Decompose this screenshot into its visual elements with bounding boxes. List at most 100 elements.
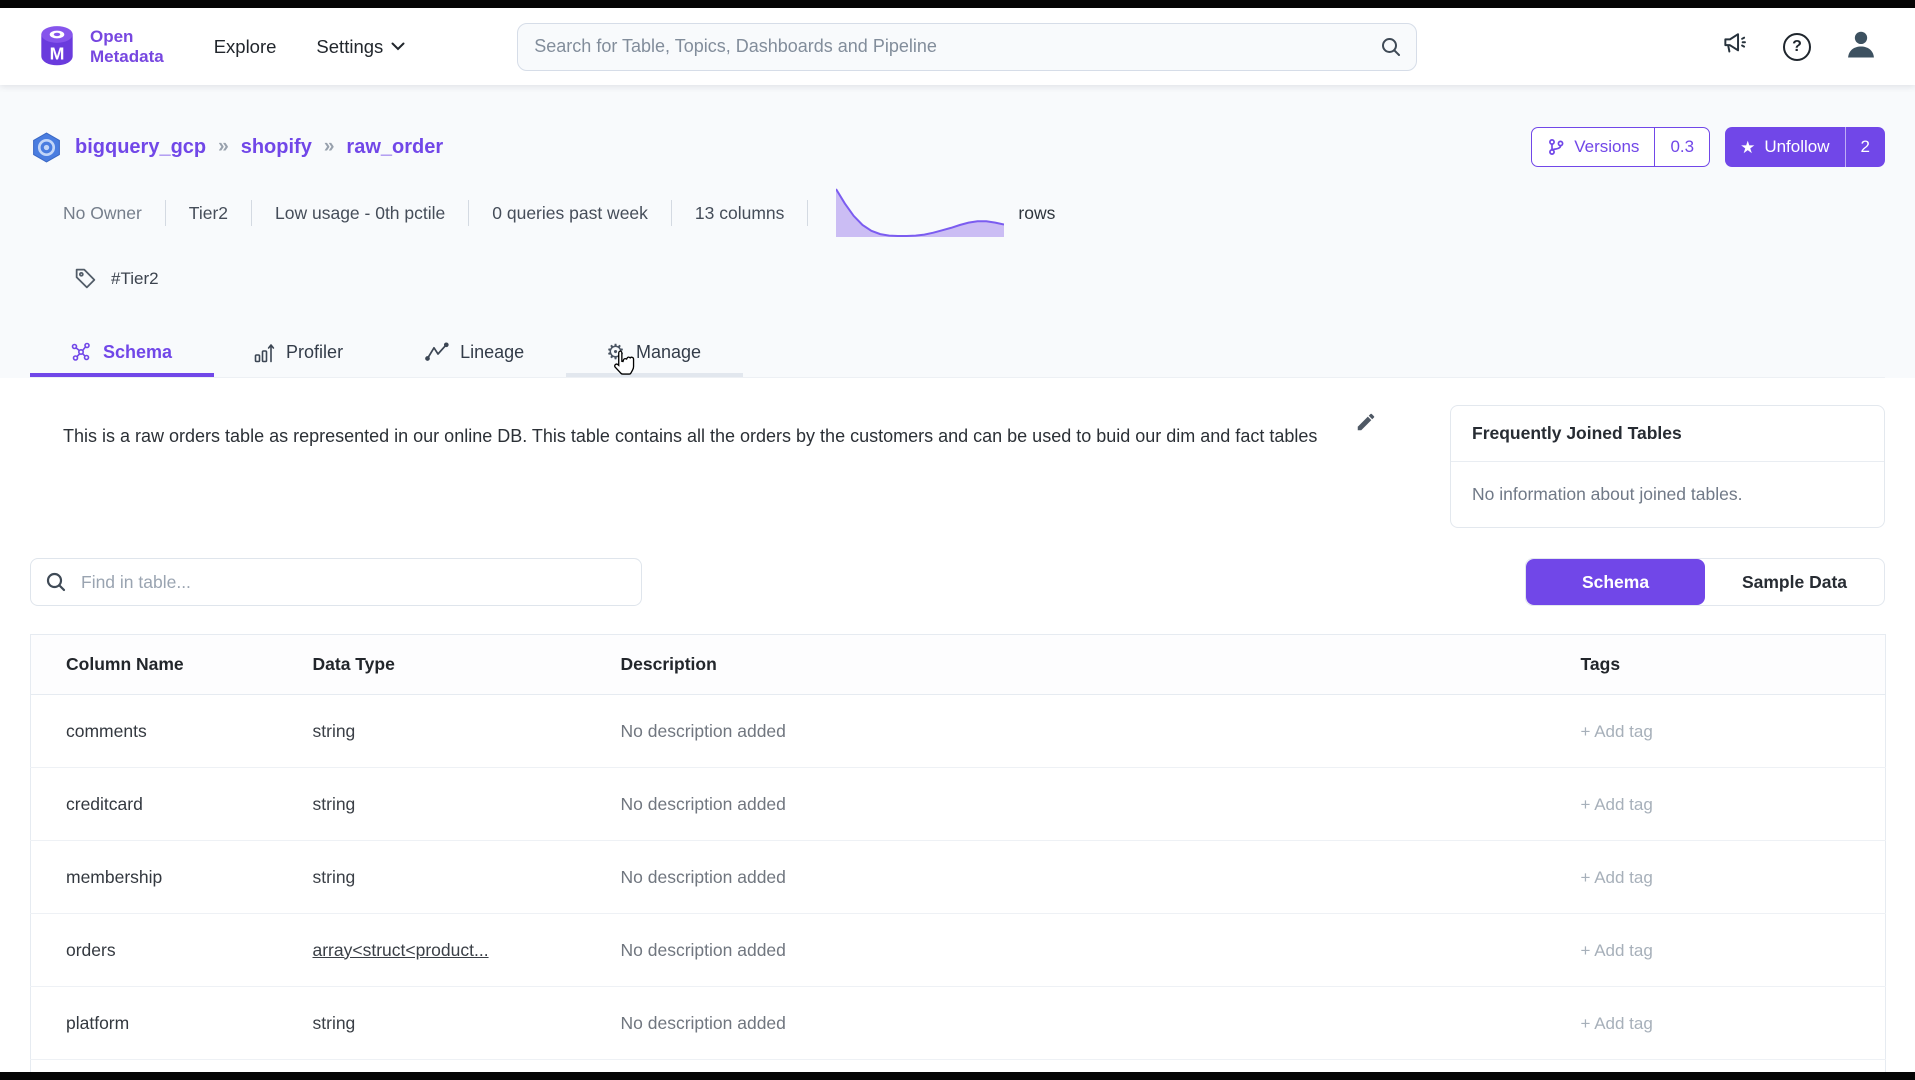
add-tag-button[interactable]: + Add tag xyxy=(1581,941,1653,960)
openmetadata-logo[interactable]: M Open Metadata xyxy=(34,24,164,70)
joined-tables-title: Frequently Joined Tables xyxy=(1451,406,1884,462)
version-number: 0.3 xyxy=(1654,128,1709,166)
lineage-tab-icon xyxy=(425,342,449,362)
tag-icon xyxy=(73,266,98,291)
add-tag-button[interactable]: + Add tag xyxy=(1581,722,1653,741)
breadcrumb-separator: » xyxy=(218,136,229,158)
find-in-table-input[interactable] xyxy=(30,558,642,606)
columns-table: Column Name Data Type Description Tags c… xyxy=(30,634,1886,1072)
global-search xyxy=(517,23,1417,71)
breadcrumb: bigquery_gcp » shopify » raw_order xyxy=(30,131,443,164)
unfollow-button[interactable]: ★ Unfollow 2 xyxy=(1725,127,1885,167)
unfollow-label: Unfollow xyxy=(1764,137,1829,157)
column-data-type: string xyxy=(313,841,621,914)
table-row: membership string No description added +… xyxy=(31,841,1886,914)
stat-tier: Tier2 xyxy=(166,203,251,224)
header-data-type: Data Type xyxy=(313,635,621,695)
tab-schema[interactable]: Schema xyxy=(30,327,214,377)
table-row: platform string No description added + A… xyxy=(31,987,1886,1060)
stat-usage: Low usage - 0th pctile xyxy=(252,203,468,224)
screen-frame-top xyxy=(0,0,1915,8)
breadcrumb-table[interactable]: raw_order xyxy=(346,136,443,159)
follower-count: 2 xyxy=(1845,127,1885,167)
rows-sparkline xyxy=(836,187,1004,239)
versions-label: Versions xyxy=(1574,137,1639,157)
table-row: comments string No description added + A… xyxy=(31,695,1886,768)
manage-gear-icon: ⚙ xyxy=(606,342,625,363)
database-service-icon xyxy=(30,131,63,164)
search-icon[interactable] xyxy=(1380,36,1402,63)
joined-tables-empty-message: No information about joined tables. xyxy=(1451,462,1884,527)
stat-queries: 0 queries past week xyxy=(469,203,671,224)
column-description: No description added xyxy=(621,914,1566,987)
rows-sparkline-wrap xyxy=(836,187,1004,239)
column-description: No description added xyxy=(621,987,1566,1060)
logo-wordmark: Open Metadata xyxy=(90,27,164,66)
toggle-schema-button[interactable]: Schema xyxy=(1526,559,1705,605)
column-data-type: string xyxy=(313,987,621,1060)
star-icon: ★ xyxy=(1740,139,1755,156)
global-search-input[interactable] xyxy=(517,23,1417,71)
version-branch-icon xyxy=(1547,138,1565,156)
whats-new-megaphone-icon[interactable] xyxy=(1719,29,1749,64)
toggle-sample-data-button[interactable]: Sample Data xyxy=(1705,559,1884,605)
schema-sample-toggle: Schema Sample Data xyxy=(1525,558,1885,606)
user-avatar[interactable] xyxy=(1845,28,1877,65)
help-icon[interactable]: ? xyxy=(1783,33,1811,61)
entity-stats-row: No Owner Tier2 Low usage - 0th pctile 0 … xyxy=(63,187,1885,239)
header-tags: Tags xyxy=(1566,635,1886,695)
column-description: No description added xyxy=(621,841,1566,914)
edit-description-icon[interactable] xyxy=(1355,411,1377,438)
tab-manage[interactable]: ⚙ Manage xyxy=(566,327,743,377)
schema-tab-icon xyxy=(70,341,92,363)
column-data-type: string xyxy=(313,768,621,841)
frequently-joined-tables-card: Frequently Joined Tables No information … xyxy=(1450,405,1885,528)
main-nav: Explore Settings xyxy=(214,36,406,58)
entity-tags-row: #Tier2 xyxy=(73,266,1885,291)
find-search-icon xyxy=(45,571,67,598)
add-tag-button[interactable]: + Add tag xyxy=(1581,868,1653,887)
entity-page-header: bigquery_gcp » shopify » raw_order Versi… xyxy=(0,85,1915,378)
table-row: orders array<struct<product... No descri… xyxy=(31,914,1886,987)
header-description: Description xyxy=(621,635,1566,695)
column-name: creditcard xyxy=(31,768,313,841)
column-description: No description added xyxy=(621,695,1566,768)
column-data-type-link[interactable]: array<struct<product... xyxy=(313,940,489,960)
breadcrumb-service[interactable]: bigquery_gcp xyxy=(75,136,206,159)
column-name: orders xyxy=(31,914,313,987)
table-row-partial xyxy=(31,1060,1886,1073)
nav-item-explore[interactable]: Explore xyxy=(214,36,277,58)
tab-lineage[interactable]: Lineage xyxy=(385,327,566,377)
column-name: comments xyxy=(31,695,313,768)
breadcrumb-separator: » xyxy=(324,136,335,158)
top-navbar: M Open Metadata Explore Settings ? xyxy=(0,8,1915,85)
table-description: This is a raw orders table as represente… xyxy=(63,423,1335,450)
find-in-table xyxy=(30,558,642,606)
add-tag-button[interactable]: + Add tag xyxy=(1581,1014,1653,1033)
profiler-tab-icon xyxy=(254,341,275,363)
openmetadata-logo-icon: M xyxy=(34,24,80,70)
rows-label: rows xyxy=(1018,203,1055,224)
screen-frame-bottom xyxy=(0,1072,1915,1080)
chevron-down-icon xyxy=(391,42,405,51)
breadcrumb-schema[interactable]: shopify xyxy=(241,136,312,159)
columns-table-header-row: Column Name Data Type Description Tags xyxy=(31,635,1886,695)
column-description: No description added xyxy=(621,768,1566,841)
add-tag-button[interactable]: + Add tag xyxy=(1581,795,1653,814)
stat-columns: 13 columns xyxy=(672,203,808,224)
tab-profiler[interactable]: Profiler xyxy=(214,327,385,377)
tier-tag-label[interactable]: #Tier2 xyxy=(111,269,159,289)
versions-button[interactable]: Versions 0.3 xyxy=(1531,127,1710,167)
header-column-name: Column Name xyxy=(31,635,313,695)
schema-tab-content: This is a raw orders table as represente… xyxy=(0,378,1915,1072)
entity-tabs: Schema Profiler Lineage ⚙ xyxy=(30,327,1885,378)
navbar-right-icons: ? xyxy=(1719,28,1877,65)
table-row: creditcard string No description added +… xyxy=(31,768,1886,841)
stat-owner: No Owner xyxy=(63,203,165,224)
column-name: membership xyxy=(31,841,313,914)
column-name: platform xyxy=(31,987,313,1060)
column-data-type: string xyxy=(313,695,621,768)
entity-page: bigquery_gcp » shopify » raw_order Versi… xyxy=(0,85,1915,1072)
nav-item-settings[interactable]: Settings xyxy=(316,36,405,58)
svg-text:M: M xyxy=(50,43,65,63)
